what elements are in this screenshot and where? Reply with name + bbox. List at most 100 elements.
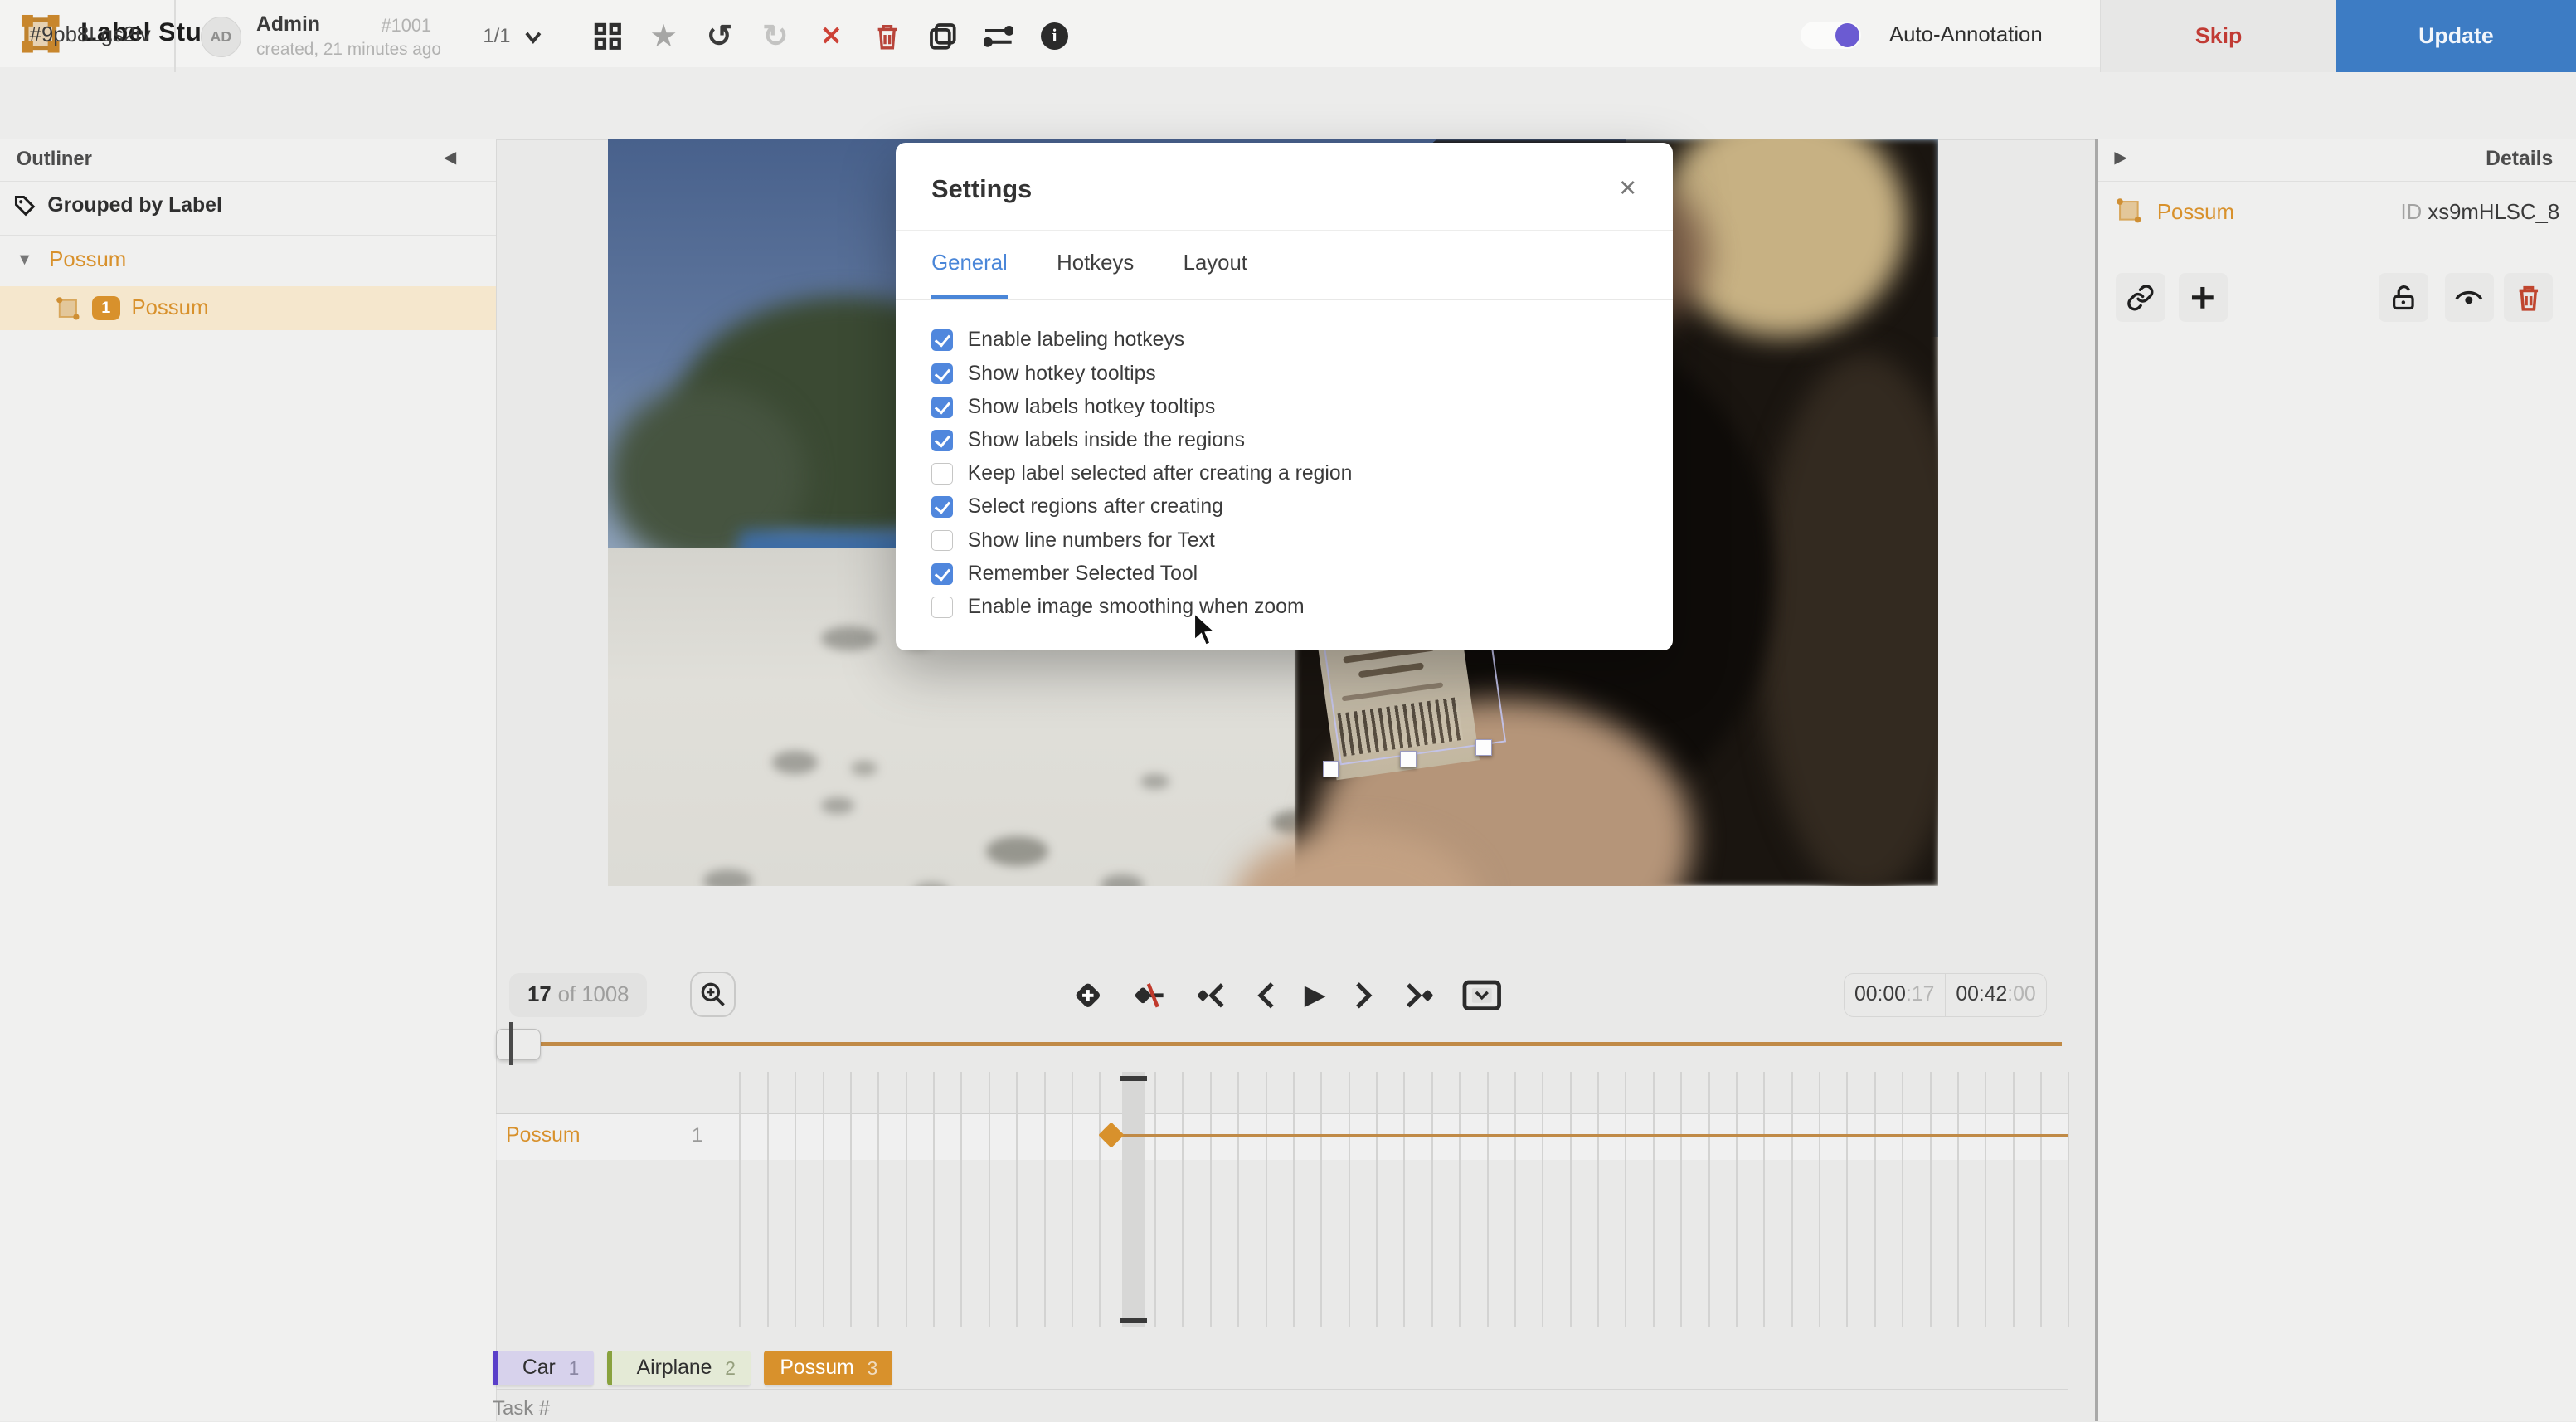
delete-button[interactable] [871,18,904,55]
star-button[interactable]: ★ [647,18,680,55]
add-relation-button[interactable] [2179,273,2228,322]
setting-row[interactable]: Remember Selected Tool [931,558,1638,591]
region-index-badge: 1 [92,296,120,321]
seek-bar[interactable] [509,1042,2062,1046]
bbox-region-icon [56,296,80,321]
link-region-button[interactable] [2116,273,2165,322]
panel-resize-handle[interactable] [2095,139,2098,1421]
snow-spot [986,836,1048,866]
settings-sliders-button[interactable] [982,18,1015,55]
timeline-zoom-button[interactable] [690,972,736,1017]
reject-button[interactable]: ✕ [814,18,848,55]
previous-frame-button[interactable] [1256,981,1276,1010]
seek-zoom-handle[interactable] [496,1029,541,1060]
setting-row[interactable]: Enable labeling hotkeys [931,324,1638,357]
setting-row[interactable]: Show labels hotkey tooltips [931,391,1638,424]
gridline [960,1072,962,1327]
timeline-grid[interactable] [739,1072,2068,1327]
gridline [1320,1072,1322,1327]
checkbox[interactable] [931,329,953,351]
undo-button[interactable]: ↺ [703,18,736,55]
outliner-region-possum[interactable]: 1 Possum [0,286,496,330]
label-color-bar [493,1351,498,1385]
gridline [1930,1072,1932,1327]
details-region-label[interactable]: Possum [2157,201,2234,225]
next-frame-button[interactable] [1354,981,1373,1010]
unlock-icon [2389,284,2418,312]
gridline [1957,1072,1959,1327]
gridline [1431,1072,1433,1327]
frame-counter[interactable]: 17 of 1008 [509,973,647,1017]
bbox-handle[interactable] [1400,751,1417,767]
gridline [1985,1072,1986,1327]
timeline-track-label[interactable]: Possum [506,1124,580,1147]
checkbox[interactable] [931,463,953,485]
collapse-panel-icon[interactable]: ◀ [444,148,456,168]
label-chip-possum[interactable]: Possum3 [764,1351,893,1385]
redo-button[interactable]: ↻ [759,18,792,55]
gridline [1791,1072,1793,1327]
label-name: Possum [764,1356,854,1380]
gridline [1266,1072,1267,1327]
tree-expand-icon[interactable]: ▼ [17,251,33,270]
label-hotkey: 2 [725,1357,736,1380]
setting-row[interactable]: Show line numbers for Text [931,524,1638,557]
setting-row[interactable]: Enable image smoothing when zoom [931,591,1638,624]
tab-layout[interactable]: Layout [1184,251,1247,299]
grid-view-button[interactable] [591,18,625,55]
divider [896,230,1673,231]
outliner-group-possum[interactable]: ▼ Possum [17,248,126,272]
update-button[interactable]: Update [2336,0,2576,72]
setting-row[interactable]: Show labels inside the regions [931,424,1638,457]
gridline [1349,1072,1350,1327]
setting-row[interactable]: Show hotkey tooltips [931,357,1638,390]
snow-spot [821,797,854,814]
next-keyframe-button[interactable] [1402,982,1435,1009]
grouping-selector[interactable]: Grouped by Label [13,194,222,217]
checkbox[interactable] [931,530,953,552]
frame-current: 17 [527,983,552,1007]
tab-general[interactable]: General [931,251,1008,299]
tab-hotkeys[interactable]: Hotkeys [1057,251,1134,299]
label-chip-airplane[interactable]: Airplane2 [607,1351,751,1385]
setting-row[interactable]: Keep label selected after creating a reg… [931,457,1638,490]
delete-region-button[interactable] [2504,273,2553,322]
settings-modal-title: Settings [931,174,1032,204]
timeline-collapse-button[interactable] [1462,980,1502,1011]
visibility-button[interactable] [2445,273,2494,322]
lock-region-button[interactable] [2379,273,2428,322]
setting-label: Show labels inside the regions [968,429,1245,452]
checkbox[interactable] [931,363,953,385]
info-button[interactable]: i [1038,18,1072,55]
label-chip-car[interactable]: Car1 [493,1351,594,1385]
previous-keyframe-button[interactable] [1196,982,1229,1009]
checkbox[interactable] [931,397,953,418]
setting-row[interactable]: Select regions after creating [931,490,1638,524]
gridline [1708,1072,1710,1327]
current-frame-marker[interactable] [1120,1076,1147,1081]
chevron-down-icon[interactable] [522,27,544,48]
total-time-main: 00:42 [1956,983,2007,1006]
duplicate-button[interactable] [926,18,960,55]
magnifier-plus-icon [700,981,727,1008]
skip-button[interactable]: Skip [2100,0,2337,72]
seek-playhead[interactable] [509,1022,513,1065]
user-avatar[interactable]: AD [201,17,242,58]
close-icon[interactable]: ✕ [1618,174,1637,202]
add-keyframe-button[interactable] [1072,979,1105,1012]
checkbox[interactable] [931,563,953,585]
checkbox[interactable] [931,597,953,618]
remove-keyframe-button[interactable] [1132,979,1169,1012]
bbox-handle[interactable] [1323,761,1339,777]
group-label: Possum [49,248,126,272]
total-time-frames: :00 [2007,983,2035,1006]
collapse-panel-icon[interactable]: ▶ [2114,148,2126,168]
gridline [823,1072,824,1327]
play-button[interactable]: ▶ [1305,981,1326,1010]
checkbox[interactable] [931,430,953,451]
bbox-handle[interactable] [1475,739,1492,756]
gridline [1819,1072,1820,1327]
setting-label: Select regions after creating [968,495,1223,519]
details-title: Details [2486,148,2553,171]
checkbox[interactable] [931,496,953,518]
